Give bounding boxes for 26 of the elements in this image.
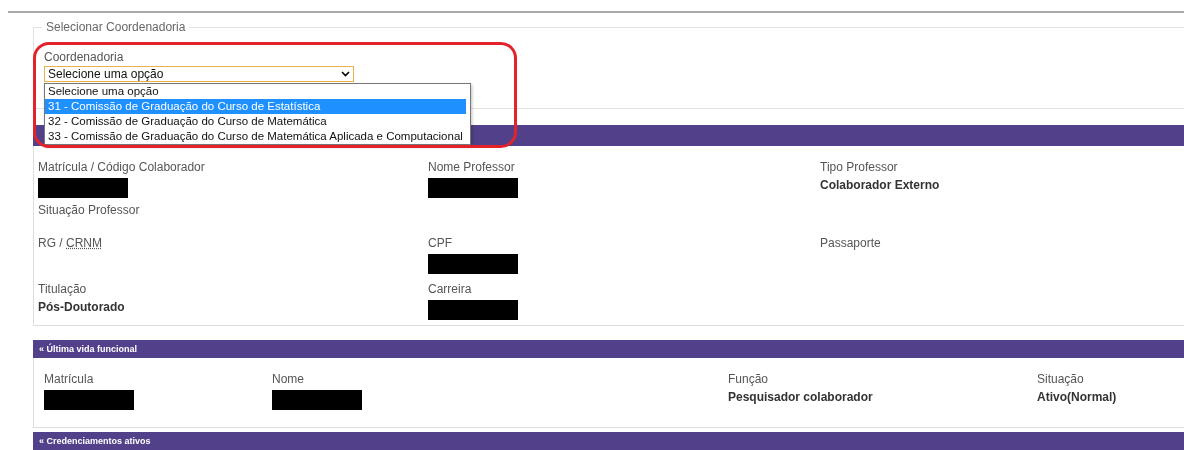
field-value: Ativo(Normal) [1037, 390, 1118, 404]
field-value: Pesquisador colaborador [728, 390, 874, 404]
field-label: Carreira [428, 282, 473, 296]
field-label: Tipo Professor [820, 160, 899, 174]
panel-title: « Última vida funcional [39, 344, 138, 354]
field-label: Função [728, 372, 770, 386]
field-label: Situação [1037, 372, 1085, 386]
field-label: Nome Professor [428, 160, 516, 174]
field-label: Matrícula / Código Colaborador [38, 160, 206, 174]
dropdown-option[interactable]: Selecione uma opção [45, 84, 466, 99]
field-label: Passaporte [820, 236, 882, 250]
coordenadoria-select[interactable]: Selecione uma opção [44, 66, 354, 82]
field-label: CPF [428, 236, 453, 250]
field-value: Colaborador Externo [820, 178, 941, 192]
fieldset-legend: Selecionar Coordenadoria [42, 20, 190, 34]
field-label: Titulação [38, 282, 88, 296]
dropdown-option[interactable]: 33 - Comissão de Graduação do Curso de Matemática Aplicada e Computacional [45, 129, 466, 144]
panel-title: « Credenciamentos ativos [39, 436, 151, 446]
field-label: Situação Professor [38, 203, 141, 217]
field-label: Nome [272, 372, 305, 386]
field-value: Pós-Doutorado [38, 300, 126, 314]
field-label: RG / CRNM [38, 236, 103, 250]
dropdown-option[interactable]: 32 - Comissão de Graduação do Curso de Matemática [45, 114, 466, 129]
field-label: Matrícula [44, 372, 95, 386]
chevron-icon [341, 71, 350, 77]
field-label: Coordenadoria [44, 50, 125, 64]
